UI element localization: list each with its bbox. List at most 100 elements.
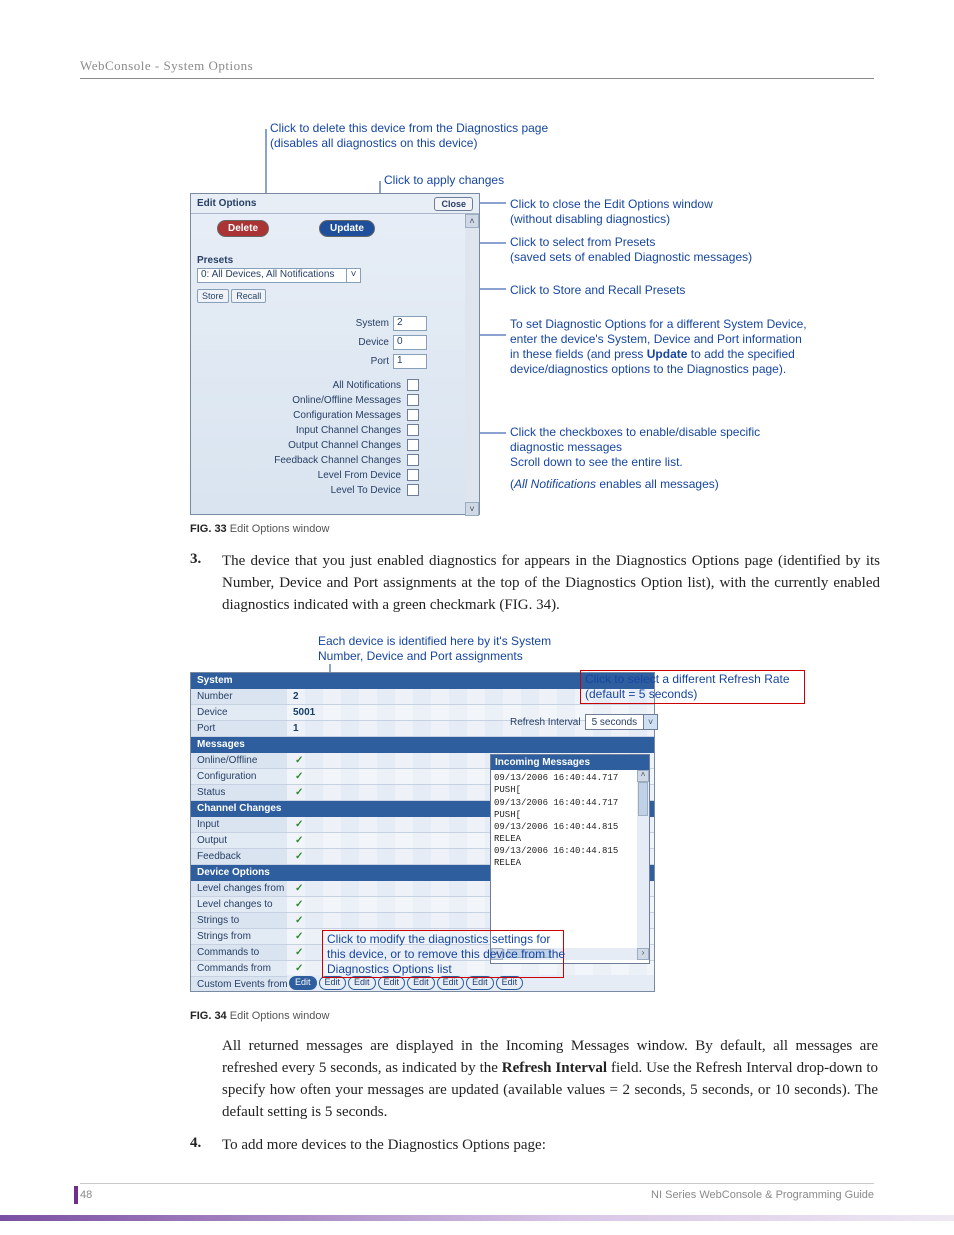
scroll-down-icon[interactable]: ˅: [465, 502, 479, 516]
page-number: 48: [80, 1189, 92, 1201]
close-button[interactable]: Close: [434, 197, 473, 211]
message-line: 09/13/2006 16:40:44.717 PUSH[: [494, 797, 646, 821]
row-label: Online/Offline: [197, 755, 257, 766]
port-input[interactable]: 1: [393, 354, 427, 369]
callout-presets: Click to select from Presets (saved sets…: [510, 235, 752, 265]
check-icon: ✓: [295, 897, 303, 913]
edit-options-panel: Edit Options Close ˄ ˅ Delete Update Pre…: [190, 193, 480, 515]
step-3-num: 3.: [190, 551, 208, 568]
figure-33-caption: FIG. 33 Edit Options window: [190, 523, 874, 535]
row-label: Strings from: [197, 931, 251, 942]
device-label: Device: [358, 337, 389, 348]
check-icon: ✓: [295, 753, 303, 769]
step-4-text: To add more devices to the Diagnostics O…: [222, 1135, 880, 1157]
checkbox[interactable]: [407, 439, 419, 451]
edit-button[interactable]: Edit: [407, 976, 435, 990]
refresh-select[interactable]: 5 seconds ˅: [585, 714, 659, 730]
edit-button[interactable]: Edit: [289, 976, 317, 990]
section-header: Messages: [191, 737, 654, 753]
system-label: System: [356, 318, 389, 329]
row-label: Level changes from: [197, 883, 284, 894]
step-4: 4. To add more devices to the Diagnostic…: [190, 1135, 880, 1157]
callout-checkboxes: Click the checkboxes to enable/disable s…: [510, 425, 810, 470]
row-value: 5001: [293, 705, 315, 721]
vertical-scrollbar[interactable]: ˄: [637, 770, 649, 948]
scrollbar[interactable]: ˄ ˅: [465, 214, 479, 516]
edit-button[interactable]: Edit: [437, 976, 465, 990]
scroll-up-icon[interactable]: ˄: [465, 214, 479, 228]
diagnostic-checkbox-row: All Notifications: [197, 379, 437, 391]
device-input[interactable]: 0: [393, 335, 427, 350]
checkbox-label: Input Channel Changes: [197, 425, 407, 436]
check-icon: ✓: [295, 849, 303, 865]
diagnostic-checkbox-row: Level From Device: [197, 469, 437, 481]
checkbox[interactable]: [407, 379, 419, 391]
diagnostic-checkbox-row: Configuration Messages: [197, 409, 437, 421]
refresh-value: 5 seconds: [586, 717, 644, 728]
checkbox-label: Online/Offline Messages: [197, 395, 407, 406]
system-input[interactable]: 2: [393, 316, 427, 331]
incoming-messages-body: ˄ 09/13/2006 16:40:44.717 PUSH[09/13/200…: [491, 770, 649, 948]
callout-device-bold: Update: [647, 347, 688, 361]
row-label: Output: [197, 835, 227, 846]
check-icon: ✓: [295, 769, 303, 785]
checkbox[interactable]: [407, 409, 419, 421]
incoming-messages-title: Incoming Messages: [491, 755, 649, 770]
scroll-thumb[interactable]: [638, 782, 648, 816]
scroll-right-icon[interactable]: ›: [637, 948, 649, 960]
port-label: Port: [371, 356, 389, 367]
callout-device-id: Each device is identified here by it's S…: [318, 634, 551, 664]
edit-button[interactable]: Edit: [496, 976, 524, 990]
checkbox[interactable]: [407, 469, 419, 481]
refresh-interval: Refresh Interval 5 seconds ˅: [510, 714, 658, 730]
row-label: Number: [197, 691, 233, 702]
checkbox-label: Level From Device: [197, 470, 407, 481]
edit-button[interactable]: Edit: [466, 976, 494, 990]
check-icon: ✓: [295, 945, 303, 961]
checkbox[interactable]: [407, 484, 419, 496]
recall-button[interactable]: Recall: [231, 289, 266, 303]
checkbox-label: Level To Device: [197, 485, 407, 496]
message-line: 09/13/2006 16:40:44.815 RELEA: [494, 821, 646, 845]
check-icon: ✓: [295, 913, 303, 929]
diagnostic-checkbox-row: Feedback Channel Changes: [197, 454, 437, 466]
diagnostic-checkbox-row: Online/Offline Messages: [197, 394, 437, 406]
row-value: 1: [293, 721, 299, 737]
step-3: 3. The device that you just enabled diag…: [190, 551, 880, 616]
check-icon: ✓: [295, 817, 303, 833]
checkbox[interactable]: [407, 394, 419, 406]
store-button[interactable]: Store: [197, 289, 229, 303]
checkbox[interactable]: [407, 454, 419, 466]
dropdown-icon[interactable]: ˅: [643, 715, 657, 729]
checkbox-label: All Notifications: [197, 380, 407, 391]
diagnostic-checkbox-row: Input Channel Changes: [197, 424, 437, 436]
page-footer: 48 NI Series WebConsole & Programming Gu…: [80, 1189, 874, 1201]
callout-store: Click to Store and Recall Presets: [510, 283, 685, 298]
footer-stripe: [0, 1215, 954, 1221]
row-label: Configuration: [197, 771, 256, 782]
checkbox[interactable]: [407, 424, 419, 436]
edit-button[interactable]: Edit: [319, 976, 347, 990]
scroll-up-icon[interactable]: ˄: [637, 770, 649, 782]
panel-title: Edit Options: [197, 198, 256, 209]
step-3-text: The device that you just enabled diagnos…: [222, 551, 880, 616]
presets-label: Presets: [197, 255, 473, 266]
check-icon: ✓: [295, 929, 303, 945]
edit-button[interactable]: Edit: [348, 976, 376, 990]
row-label: Port: [197, 723, 215, 734]
update-button[interactable]: Update: [319, 220, 375, 237]
row-label: Device: [197, 707, 228, 718]
message-line: 09/13/2006 16:40:44.815 RELEA: [494, 845, 646, 869]
dropdown-icon[interactable]: ˅: [347, 268, 361, 283]
row-label: Commands to: [197, 947, 259, 958]
row-label: Feedback: [197, 851, 241, 862]
callout-close: Click to close the Edit Options window (…: [510, 197, 713, 227]
row-label: Custom Events from: [197, 979, 288, 990]
edit-button[interactable]: Edit: [378, 976, 406, 990]
callout-allnotify: (All Notifications enables all messages): [510, 477, 719, 492]
presets-select[interactable]: 0: All Devices, All Notifications: [197, 268, 347, 283]
check-icon: ✓: [295, 881, 303, 897]
checkbox-label: Output Channel Changes: [197, 440, 407, 451]
row-label: Strings to: [197, 915, 239, 926]
delete-button[interactable]: Delete: [217, 220, 269, 237]
